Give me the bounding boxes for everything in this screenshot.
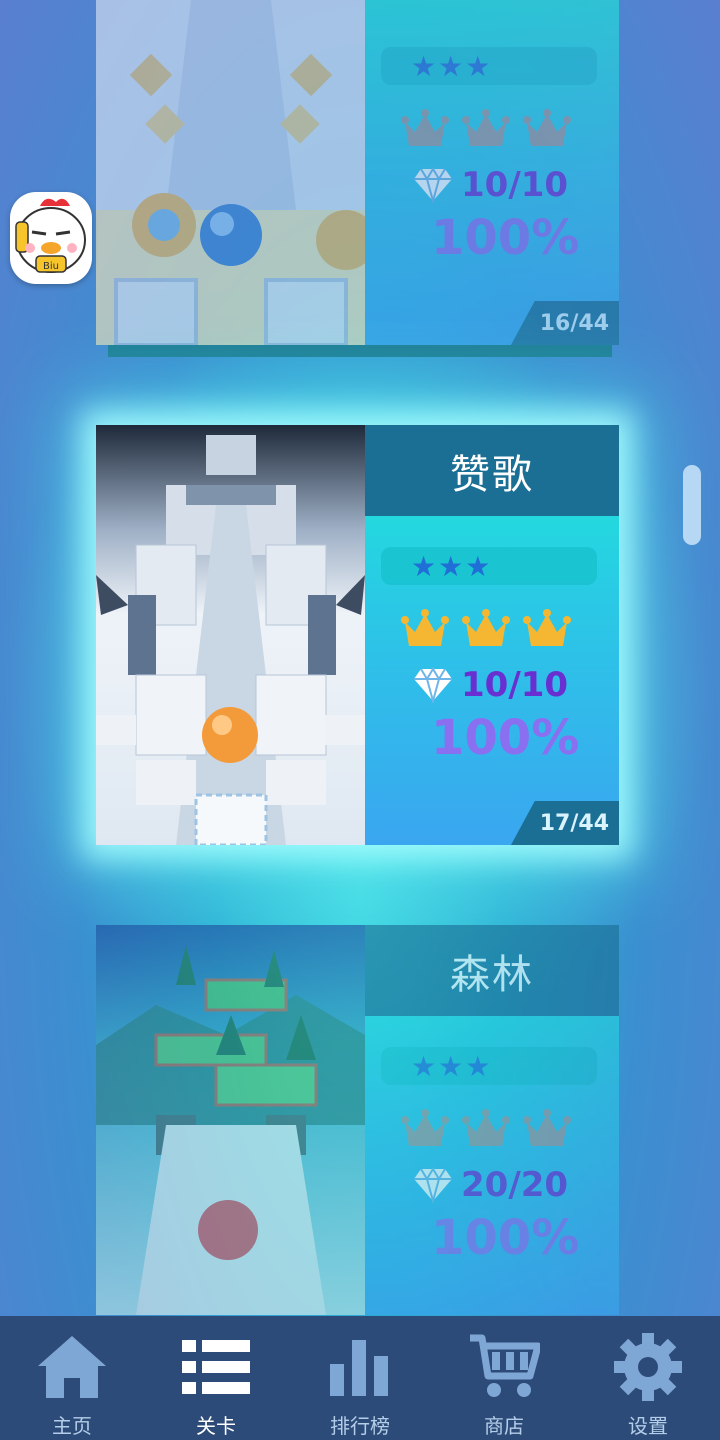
level-card-18[interactable]: 森林 ★★★ 20/20 100% xyxy=(96,925,619,1315)
leaderboard-icon xyxy=(330,1340,388,1396)
crown-row xyxy=(401,108,571,152)
crown-icon xyxy=(401,609,449,646)
scrollbar[interactable] xyxy=(683,465,701,545)
level-number: 17/44 xyxy=(511,801,619,845)
gem-counter: 20/20 xyxy=(413,1165,568,1205)
level-number: 16/44 xyxy=(511,301,619,345)
gem-count: 20/20 xyxy=(461,1165,569,1205)
nav-label: 商店 xyxy=(484,1414,524,1438)
nav-item-settings[interactable]: 设置 xyxy=(588,1316,708,1440)
level-card-17[interactable]: 赞歌 ★★★ 10/10 100% 17/44 xyxy=(96,425,619,845)
star-rating: ★★★ xyxy=(381,1047,597,1085)
diamond-icon xyxy=(414,667,452,703)
gem-counter: 10/10 xyxy=(413,165,568,205)
crown-icon xyxy=(462,109,510,146)
level-title: 森林 xyxy=(365,925,619,1016)
home-icon xyxy=(38,1336,106,1398)
nav-item-leaderboard[interactable]: 排行榜 xyxy=(300,1316,420,1440)
card-shadow xyxy=(108,345,612,357)
level-thumbnail xyxy=(96,425,365,845)
completion-percent: 100% xyxy=(431,1210,580,1266)
bottom-nav: 主页 关卡 排行榜 商店 设置 xyxy=(0,1316,720,1440)
diamond-icon xyxy=(414,167,452,203)
gem-count: 10/10 xyxy=(461,665,569,705)
star-rating: ★★★ xyxy=(381,47,597,85)
completion-percent: 100% xyxy=(431,210,580,266)
nav-item-home[interactable]: 主页 xyxy=(12,1316,132,1440)
level-thumbnail xyxy=(96,925,365,1315)
crown-icon xyxy=(401,1109,449,1146)
level-thumbnail xyxy=(96,0,365,345)
crown-row xyxy=(401,1108,571,1152)
level-card-16[interactable]: ★★★ 10/10 100% 16/44 xyxy=(96,0,619,345)
nav-item-levels[interactable]: 关卡 xyxy=(156,1316,276,1440)
completion-percent: 100% xyxy=(431,710,580,766)
crown-icon xyxy=(523,1109,571,1146)
nav-label: 排行榜 xyxy=(330,1414,390,1438)
cart-icon xyxy=(470,1334,540,1397)
crown-icon xyxy=(462,609,510,646)
crown-icon xyxy=(523,109,571,146)
gear-icon xyxy=(614,1333,682,1401)
crown-icon xyxy=(523,609,571,646)
level-info: 森林 ★★★ 20/20 100% xyxy=(365,925,619,1315)
mascot-avatar[interactable]: Biu xyxy=(10,192,92,284)
gem-counter: 10/10 xyxy=(413,665,568,705)
crown-row xyxy=(401,608,571,652)
mascot-badge: Biu xyxy=(43,261,59,272)
crown-icon xyxy=(462,1109,510,1146)
gem-count: 10/10 xyxy=(461,165,569,205)
diamond-icon xyxy=(414,1167,452,1203)
nav-label: 主页 xyxy=(52,1414,92,1438)
nav-label: 关卡 xyxy=(196,1414,236,1438)
nav-item-shop[interactable]: 商店 xyxy=(444,1316,564,1440)
level-info: 赞歌 ★★★ 10/10 100% 17/44 xyxy=(365,425,619,845)
level-info: ★★★ 10/10 100% 16/44 xyxy=(365,0,619,345)
list-icon xyxy=(182,1340,250,1394)
level-title: 赞歌 xyxy=(365,425,619,516)
crown-icon xyxy=(401,109,449,146)
star-rating: ★★★ xyxy=(381,547,597,585)
nav-label: 设置 xyxy=(628,1414,668,1438)
